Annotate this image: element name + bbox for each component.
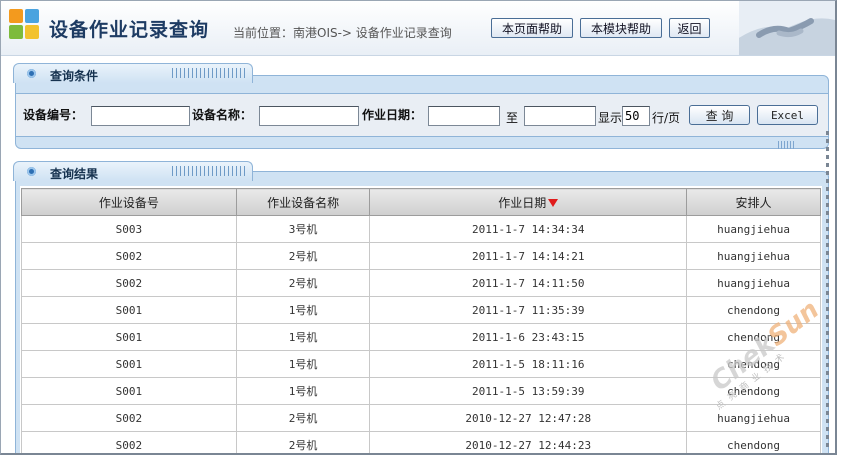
col-device-no[interactable]: 作业设备号 [21,188,237,216]
page-size-input[interactable] [622,106,650,126]
device-name-label: 设备名称： [192,108,253,122]
table-row[interactable]: S001 1号机 2011-1-7 11:35:39 chendong [21,296,821,324]
cell-device-no: S001 [21,323,237,351]
cell-device-no: S001 [21,350,237,378]
page-title: 设备作业记录查询 [49,19,210,41]
cell-device-name: 2号机 [235,269,371,297]
cell-device-name: 1号机 [235,377,371,405]
search-button[interactable]: 查 询 [689,105,750,125]
table-header-row: 作业设备号 作业设备名称 作业日期 安排人 [21,188,821,216]
date-to-label: 至 [506,111,519,125]
date-to-input[interactable] [524,106,596,126]
bullet-icon [27,69,36,78]
cell-work-date: 2011-1-7 14:11:50 [369,269,688,297]
cell-device-no: S002 [21,404,237,432]
table-row[interactable]: S001 1号机 2011-1-5 13:59:39 chendong [21,377,821,405]
cell-work-date: 2011-1-7 14:14:21 [369,242,688,270]
sort-desc-icon [548,199,559,207]
cell-arranger: huangjiehua [686,269,821,297]
results-panel-tab: 查询结果 [13,161,253,181]
cell-device-name: 2号机 [235,431,371,453]
cell-arranger: huangjiehua [686,242,821,270]
date-from-input[interactable] [428,106,500,126]
table-row[interactable]: S001 1号机 2011-1-6 23:43:15 chendong [21,323,821,351]
col-device-name[interactable]: 作业设备名称 [235,188,371,216]
cell-device-name: 1号机 [235,350,371,378]
cell-device-name: 1号机 [235,323,371,351]
device-no-label: 设备编号： [23,108,84,122]
app-logo-icon [9,9,41,41]
cell-device-no: S002 [21,431,237,453]
collapse-handle[interactable] [778,141,794,149]
work-date-label: 作业日期： [362,108,423,122]
cell-device-name: 1号机 [235,296,371,324]
col-work-date[interactable]: 作业日期 [369,188,688,216]
handshake-banner-icon [739,1,835,55]
cell-work-date: 2011-1-6 23:43:15 [369,323,688,351]
table-row[interactable]: S002 2号机 2011-1-7 14:14:21 huangjiehua [21,242,821,270]
results-panel-title: 查询结果 [50,167,99,181]
cell-work-date: 2011-1-7 14:34:34 [369,215,688,243]
cell-work-date: 2010-12-27 12:47:28 [369,404,688,432]
table-row[interactable]: S002 2号机 2011-1-7 14:11:50 huangjiehua [21,269,821,297]
page-help-button[interactable]: 本页面帮助 [491,18,573,38]
show-label: 显示 [598,111,623,125]
device-no-input[interactable] [91,106,190,126]
results-table: 作业设备号 作业设备名称 作业日期 安排人 S003 3号机 2011-1-7 14… [21,188,821,453]
per-page-label: 行/页 [652,111,681,125]
cell-work-date: 2010-12-27 12:44:23 [369,431,688,453]
cell-arranger: huangjiehua [686,404,821,432]
table-row[interactable]: S003 3号机 2011-1-7 14:34:34 huangjiehua [21,215,821,243]
cell-work-date: 2011-1-7 11:35:39 [369,296,688,324]
cell-device-no: S001 [21,296,237,324]
back-button[interactable]: 返回 [669,18,710,38]
table-row[interactable]: S002 2号机 2010-12-27 12:44:23 chendong [21,431,821,453]
cell-work-date: 2011-1-5 13:59:39 [369,377,688,405]
cell-work-date: 2011-1-5 18:11:16 [369,350,688,378]
col-arranger[interactable]: 安排人 [686,188,821,216]
query-panel-tab: 查询条件 [13,63,253,83]
cell-device-name: 2号机 [235,404,371,432]
cell-arranger: huangjiehua [686,215,821,243]
app-window: 设备作业记录查询 当前位置：南港OIS-> 设备作业记录查询 本页面帮助 本模块… [0,0,837,455]
cell-device-name: 2号机 [235,242,371,270]
device-name-input[interactable] [259,106,359,126]
cell-device-no: S002 [21,269,237,297]
cell-device-no: S002 [21,242,237,270]
query-panel-title: 查询条件 [50,69,99,83]
excel-export-button[interactable]: Excel [757,105,818,125]
bullet-icon [27,167,36,176]
cell-device-name: 3号机 [235,215,371,243]
table-row[interactable]: S002 2号机 2010-12-27 12:47:28 huangjiehua [21,404,821,432]
cell-device-no: S001 [21,377,237,405]
page-header: 设备作业记录查询 当前位置：南港OIS-> 设备作业记录查询 本页面帮助 本模块… [1,1,835,56]
module-help-button[interactable]: 本模块帮助 [580,18,662,38]
breadcrumb: 当前位置：南港OIS-> 设备作业记录查询 [233,26,452,40]
cell-device-no: S003 [21,215,237,243]
cell-arranger: chendong [686,431,821,453]
table-row[interactable]: S001 1号机 2011-1-5 18:11:16 chendong [21,350,821,378]
